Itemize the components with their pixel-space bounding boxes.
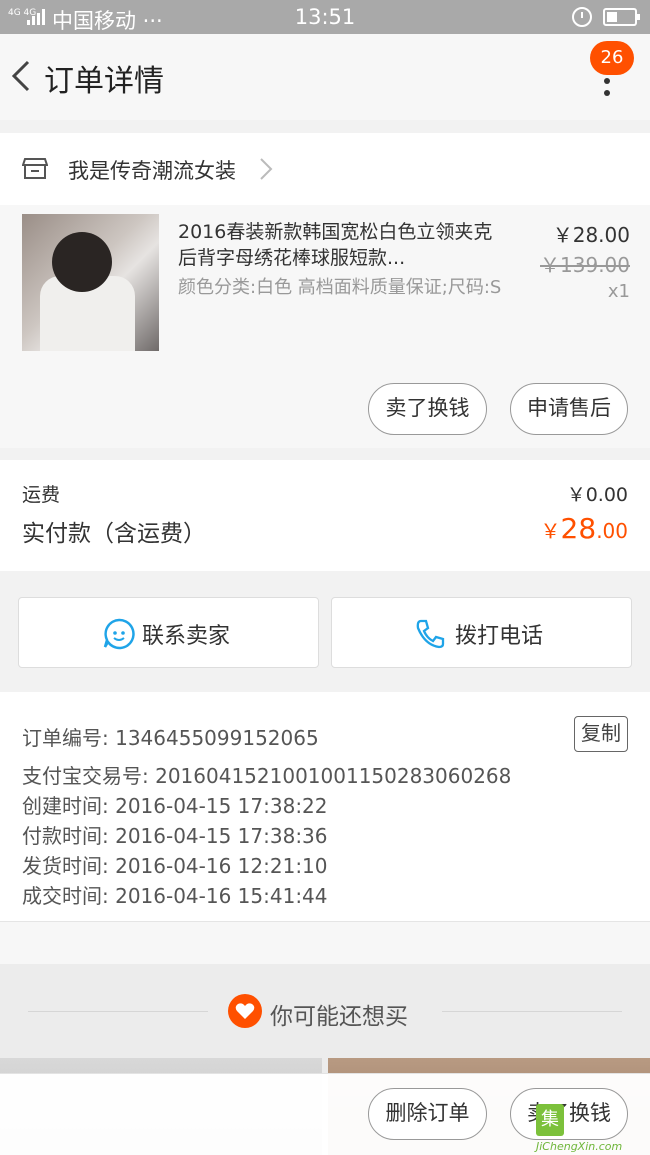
completed-time: 成交时间: 2016-04-16 15:41:44 — [22, 884, 328, 908]
back-arrow-icon[interactable] — [8, 56, 38, 96]
divider — [442, 1011, 622, 1012]
shop-row[interactable]: 我是传奇潮流女装 — [0, 133, 650, 205]
shipping-value: ￥0.00 — [566, 484, 628, 506]
contact-actions: 联系卖家 拨打电话 — [0, 585, 650, 677]
alarm-icon — [572, 7, 592, 27]
call-label: 拨打电话 — [455, 624, 544, 649]
paid-integer: 28 — [560, 512, 597, 545]
product-thumbnail[interactable] — [22, 214, 159, 351]
chat-face-icon — [103, 618, 135, 650]
watermark-url: JiChengXin.com — [536, 1140, 623, 1153]
notification-badge: 26 — [590, 41, 634, 75]
paid-amount: ￥28.00 — [541, 512, 628, 545]
contact-seller-label: 联系卖家 — [142, 624, 231, 649]
contact-seller-button[interactable]: 联系卖家 — [18, 597, 319, 668]
chevron-right-icon — [260, 158, 273, 180]
product-name: 2016春装新款韩国宽松白色立领夹克后背字母绣花棒球服短款... — [178, 221, 493, 269]
watermark-logo: 集 — [536, 1104, 564, 1136]
copy-button[interactable]: 复制 — [574, 716, 628, 752]
created-time: 创建时间: 2016-04-15 17:38:22 — [22, 794, 328, 818]
fee-summary: 运费 ￥0.00 实付款（含运费） ￥28.00 — [0, 460, 650, 571]
order-number: 订单编号: 1346455099152065 — [22, 726, 319, 750]
call-button[interactable]: 拨打电话 — [331, 597, 632, 668]
original-price: ￥139.00 — [540, 253, 630, 277]
shipping-label: 运费 — [22, 484, 61, 506]
shipped-time: 发货时间: 2016-04-16 12:21:10 — [22, 854, 328, 878]
paid-time: 付款时间: 2016-04-15 17:38:36 — [22, 824, 328, 848]
site-watermark: 集 JiChengXin.com — [530, 1098, 650, 1155]
alipay-trade-number: 支付宝交易号: 2016041521001001150283060268 — [22, 764, 512, 788]
sell-for-cash-button[interactable]: 卖了换钱 — [368, 383, 487, 435]
nav-header: 订单详情 26 — [0, 34, 650, 120]
paid-currency: ￥ — [540, 519, 561, 543]
paid-amount-label: 实付款（含运费） — [22, 521, 206, 547]
spacer — [0, 922, 650, 964]
clock: 13:51 — [294, 5, 356, 29]
shop-name: 我是传奇潮流女装 — [68, 159, 236, 183]
recommendations-title: 你可能还想买 — [270, 1004, 408, 1030]
shop-icon — [22, 158, 48, 179]
product-sku: 颜色分类:白色 高档面料质量保证;尺码:S — [178, 277, 502, 298]
phone-icon — [416, 619, 445, 649]
after-sale-button[interactable]: 申请售后 — [510, 383, 628, 435]
heart-icon — [228, 994, 262, 1028]
product-price: ￥28.00 — [552, 223, 630, 247]
battery-icon — [603, 8, 640, 26]
order-item[interactable]: 2016春装新款韩国宽松白色立领夹克后背字母绣花棒球服短款... 颜色分类:白色… — [0, 205, 650, 448]
divider — [28, 1011, 208, 1012]
delete-order-button[interactable]: 删除订单 — [368, 1088, 487, 1140]
order-info: 订单编号: 1346455099152065 复制 支付宝交易号: 201604… — [0, 692, 650, 922]
paid-decimal: .00 — [596, 519, 628, 543]
page-title: 订单详情 — [44, 64, 164, 99]
status-bar: 4G 4G 中国移动 ··· 13:51 — [0, 0, 650, 34]
product-quantity: x1 — [607, 281, 630, 302]
